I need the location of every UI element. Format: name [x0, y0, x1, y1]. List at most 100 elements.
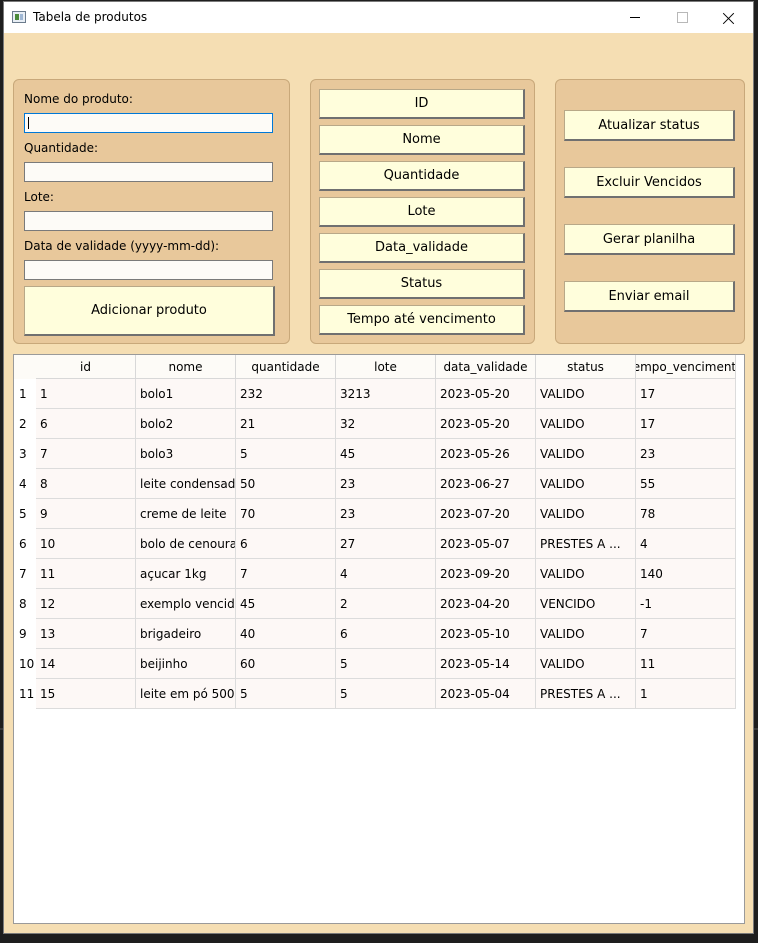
row-header[interactable]: 4	[14, 469, 36, 499]
table-cell-nome[interactable]: bolo1	[136, 379, 236, 409]
table-cell-id[interactable]: 6	[36, 409, 136, 439]
table-cell-nome[interactable]: bolo de cenoura	[136, 529, 236, 559]
add-product-button[interactable]: Adicionar produto	[24, 286, 275, 336]
table-cell-nome[interactable]: bolo2	[136, 409, 236, 439]
table-cell-nome[interactable]: brigadeiro	[136, 619, 236, 649]
table-cell-id[interactable]: 12	[36, 589, 136, 619]
table-cell-quantidade[interactable]: 6	[236, 529, 336, 559]
table-cell-tempo-vencimento[interactable]: 55	[636, 469, 736, 499]
table-cell-tempo-vencimento[interactable]: 78	[636, 499, 736, 529]
table-cell-lote[interactable]: 4	[336, 559, 436, 589]
table-cell-lote[interactable]: 3213	[336, 379, 436, 409]
batch-input[interactable]	[24, 211, 273, 231]
table-cell-data-validade[interactable]: 2023-07-20	[436, 499, 536, 529]
table-cell-tempo-vencimento[interactable]: 11	[636, 649, 736, 679]
table-cell-status[interactable]: VENCIDO	[536, 589, 636, 619]
table-cell-quantidade[interactable]: 40	[236, 619, 336, 649]
column-header-lote[interactable]: lote	[336, 355, 436, 379]
table-cell-data-validade[interactable]: 2023-05-20	[436, 379, 536, 409]
table-cell-tempo-vencimento[interactable]: -1	[636, 589, 736, 619]
row-header[interactable]: 9	[14, 619, 36, 649]
row-header[interactable]: 11	[14, 679, 36, 709]
table-cell-lote[interactable]: 32	[336, 409, 436, 439]
table-cell-data-validade[interactable]: 2023-06-27	[436, 469, 536, 499]
sort-by-expiry-button[interactable]: Data_validade	[319, 233, 525, 263]
column-header-nome[interactable]: nome	[136, 355, 236, 379]
row-header[interactable]: 3	[14, 439, 36, 469]
table-cell-id[interactable]: 7	[36, 439, 136, 469]
table-cell-quantidade[interactable]: 45	[236, 589, 336, 619]
sort-by-status-button[interactable]: Status	[319, 269, 525, 299]
table-cell-data-validade[interactable]: 2023-05-26	[436, 439, 536, 469]
close-button[interactable]	[706, 2, 752, 33]
table-cell-id[interactable]: 10	[36, 529, 136, 559]
table-cell-nome[interactable]: açucar 1kg	[136, 559, 236, 589]
table-cell-lote[interactable]: 2	[336, 589, 436, 619]
table-cell-lote[interactable]: 5	[336, 679, 436, 709]
sort-by-batch-button[interactable]: Lote	[319, 197, 525, 227]
product-name-input[interactable]	[24, 113, 273, 133]
table-cell-status[interactable]: VALIDO	[536, 619, 636, 649]
table-cell-tempo-vencimento[interactable]: 17	[636, 409, 736, 439]
table-cell-status[interactable]: PRESTES A ...	[536, 679, 636, 709]
table-corner[interactable]	[14, 355, 36, 379]
table-cell-quantidade[interactable]: 60	[236, 649, 336, 679]
table-cell-id[interactable]: 14	[36, 649, 136, 679]
table-cell-tempo-vencimento[interactable]: 23	[636, 439, 736, 469]
send-email-button[interactable]: Enviar email	[564, 281, 735, 312]
table-cell-quantidade[interactable]: 70	[236, 499, 336, 529]
table-cell-lote[interactable]: 45	[336, 439, 436, 469]
table-cell-quantidade[interactable]: 232	[236, 379, 336, 409]
table-cell-nome[interactable]: leite condensado	[136, 469, 236, 499]
row-header[interactable]: 1	[14, 379, 36, 409]
table-cell-status[interactable]: VALIDO	[536, 499, 636, 529]
column-header-quantidade[interactable]: quantidade	[236, 355, 336, 379]
table-cell-tempo-vencimento[interactable]: 1	[636, 679, 736, 709]
table-cell-quantidade[interactable]: 7	[236, 559, 336, 589]
sort-by-name-button[interactable]: Nome	[319, 125, 525, 155]
table-cell-status[interactable]: VALIDO	[536, 439, 636, 469]
table-cell-data-validade[interactable]: 2023-05-07	[436, 529, 536, 559]
table-cell-id[interactable]: 8	[36, 469, 136, 499]
table-cell-data-validade[interactable]: 2023-05-20	[436, 409, 536, 439]
table-cell-id[interactable]: 15	[36, 679, 136, 709]
table-cell-lote[interactable]: 27	[336, 529, 436, 559]
quantity-input[interactable]	[24, 162, 273, 182]
table-cell-tempo-vencimento[interactable]: 17	[636, 379, 736, 409]
table-cell-quantidade[interactable]: 5	[236, 439, 336, 469]
table-cell-status[interactable]: PRESTES A ...	[536, 529, 636, 559]
products-table[interactable]: idnomequantidadelotedata_validadestatust…	[13, 354, 745, 924]
table-cell-nome[interactable]: creme de leite	[136, 499, 236, 529]
sort-by-quantity-button[interactable]: Quantidade	[319, 161, 525, 191]
table-cell-data-validade[interactable]: 2023-04-20	[436, 589, 536, 619]
row-header[interactable]: 10	[14, 649, 36, 679]
table-cell-id[interactable]: 11	[36, 559, 136, 589]
column-header-status[interactable]: status	[536, 355, 636, 379]
column-header-tempo-vencimento[interactable]: tempo_vencimento	[636, 355, 736, 379]
table-cell-tempo-vencimento[interactable]: 4	[636, 529, 736, 559]
table-cell-lote[interactable]: 5	[336, 649, 436, 679]
table-cell-status[interactable]: VALIDO	[536, 379, 636, 409]
table-cell-id[interactable]: 9	[36, 499, 136, 529]
sort-by-time-to-expiry-button[interactable]: Tempo até vencimento	[319, 305, 525, 335]
row-header[interactable]: 8	[14, 589, 36, 619]
table-cell-quantidade[interactable]: 21	[236, 409, 336, 439]
expiry-date-input[interactable]	[24, 260, 273, 280]
table-cell-quantidade[interactable]: 50	[236, 469, 336, 499]
table-cell-id[interactable]: 13	[36, 619, 136, 649]
table-cell-nome[interactable]: leite em pó 500g	[136, 679, 236, 709]
column-header-data-validade[interactable]: data_validade	[436, 355, 536, 379]
table-cell-status[interactable]: VALIDO	[536, 409, 636, 439]
table-cell-lote[interactable]: 23	[336, 469, 436, 499]
generate-spreadsheet-button[interactable]: Gerar planilha	[564, 224, 735, 255]
delete-expired-button[interactable]: Excluir Vencidos	[564, 167, 735, 198]
table-cell-status[interactable]: VALIDO	[536, 469, 636, 499]
maximize-button[interactable]	[659, 2, 705, 33]
table-cell-tempo-vencimento[interactable]: 140	[636, 559, 736, 589]
minimize-button[interactable]	[612, 2, 658, 33]
row-header[interactable]: 6	[14, 529, 36, 559]
table-cell-lote[interactable]: 6	[336, 619, 436, 649]
table-cell-status[interactable]: VALIDO	[536, 649, 636, 679]
row-header[interactable]: 2	[14, 409, 36, 439]
column-header-id[interactable]: id	[36, 355, 136, 379]
